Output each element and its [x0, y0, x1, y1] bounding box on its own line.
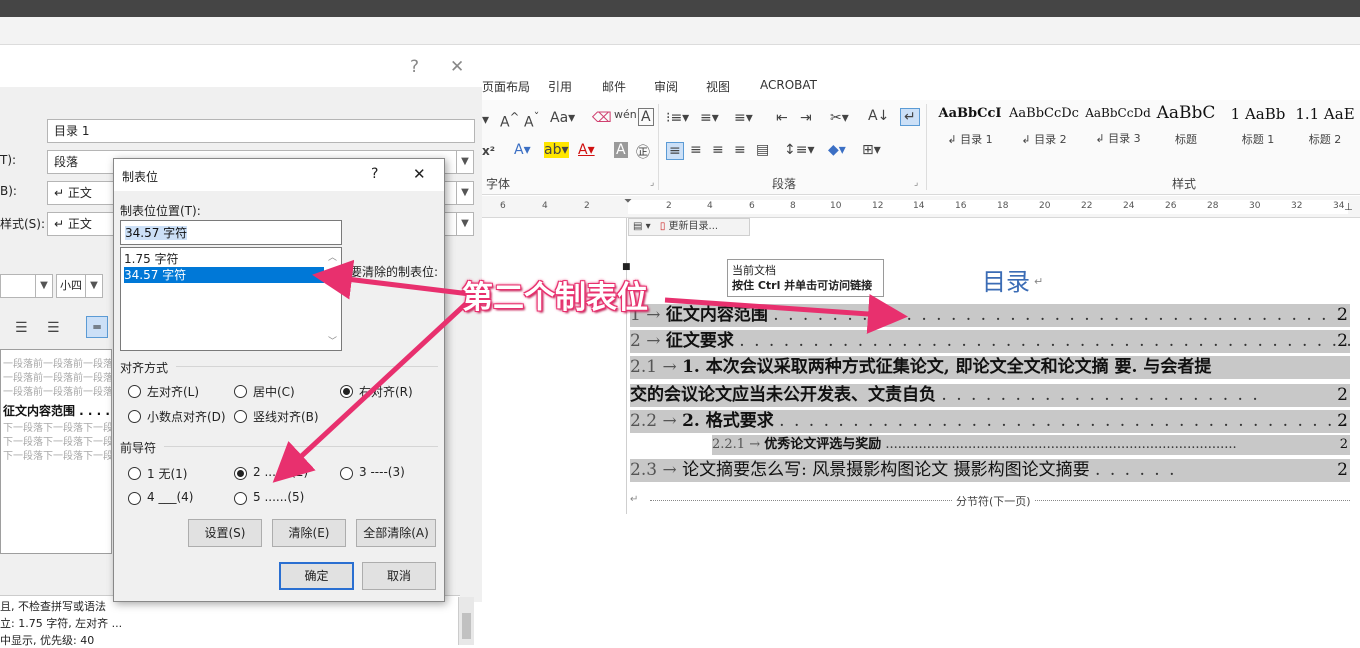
annotation-label: 第二个制表位	[462, 280, 648, 316]
scrollbar-thumb[interactable]	[462, 613, 471, 639]
arrow-to-toc-leader	[664, 293, 908, 334]
annotation-arrows	[272, 259, 908, 483]
arrow-to-tab-list	[312, 259, 471, 300]
description-scrollbar[interactable]	[458, 597, 474, 645]
arrow-to-leader-option	[272, 298, 472, 483]
style-description: 且, 不检查拼写或语法 立: 1.75 字符, 左对齐 ... 中显示, 优先级…	[0, 595, 460, 647]
desc-line-2: 立: 1.75 字符, 左对齐 ...	[0, 617, 123, 630]
desc-line-3: 中显示, 优先级: 40	[0, 634, 95, 647]
